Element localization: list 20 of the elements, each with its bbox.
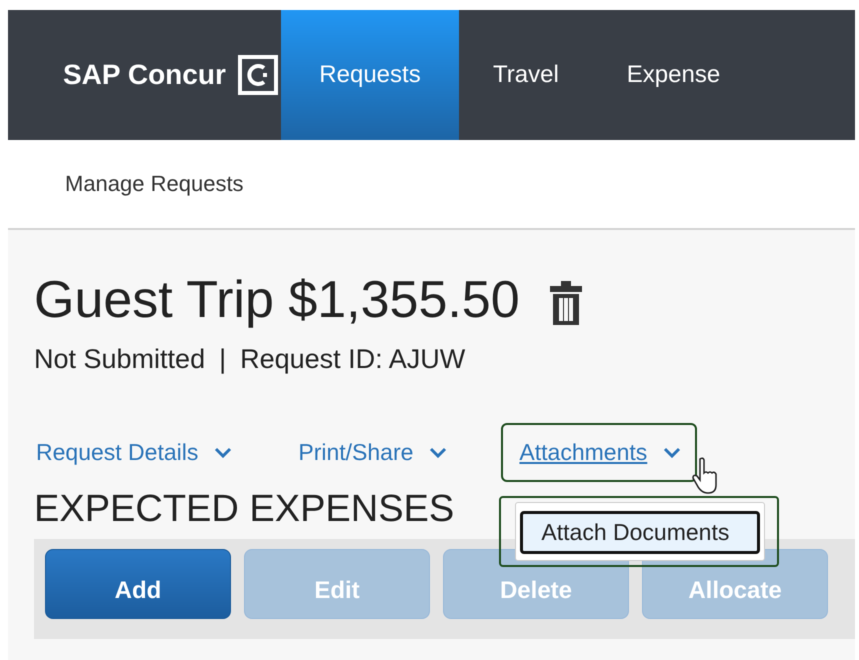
nav-tab[interactable]: Expense xyxy=(592,10,754,140)
chevron-icon xyxy=(214,446,232,458)
chevron-icon xyxy=(429,446,448,458)
separator: | xyxy=(219,344,226,375)
request-id: Request ID: AJUW xyxy=(240,344,466,375)
dropdown-link[interactable]: Print/Share xyxy=(286,423,460,482)
dropdown-link[interactable]: Attachments xyxy=(501,423,698,482)
section-title: EXPECTED EXPENSES xyxy=(34,488,456,531)
request-status: Not Submitted xyxy=(34,344,206,375)
dropdown-link[interactable]: Request Details xyxy=(24,423,244,482)
logo-icon xyxy=(238,55,278,95)
chevron-icon xyxy=(663,446,682,458)
nav-tab[interactable]: Requests xyxy=(281,10,459,140)
request-title: Guest Trip $1,355.50 xyxy=(34,270,520,330)
trash-icon[interactable] xyxy=(550,281,582,325)
logo-text: SAP Concur xyxy=(63,59,226,91)
menu-item[interactable]: Attach Documents xyxy=(520,511,760,554)
manage-requests-link[interactable]: Manage Requests xyxy=(65,171,244,197)
toolbar-button[interactable]: Add xyxy=(45,549,231,619)
nav-tab[interactable]: Travel xyxy=(459,10,593,140)
